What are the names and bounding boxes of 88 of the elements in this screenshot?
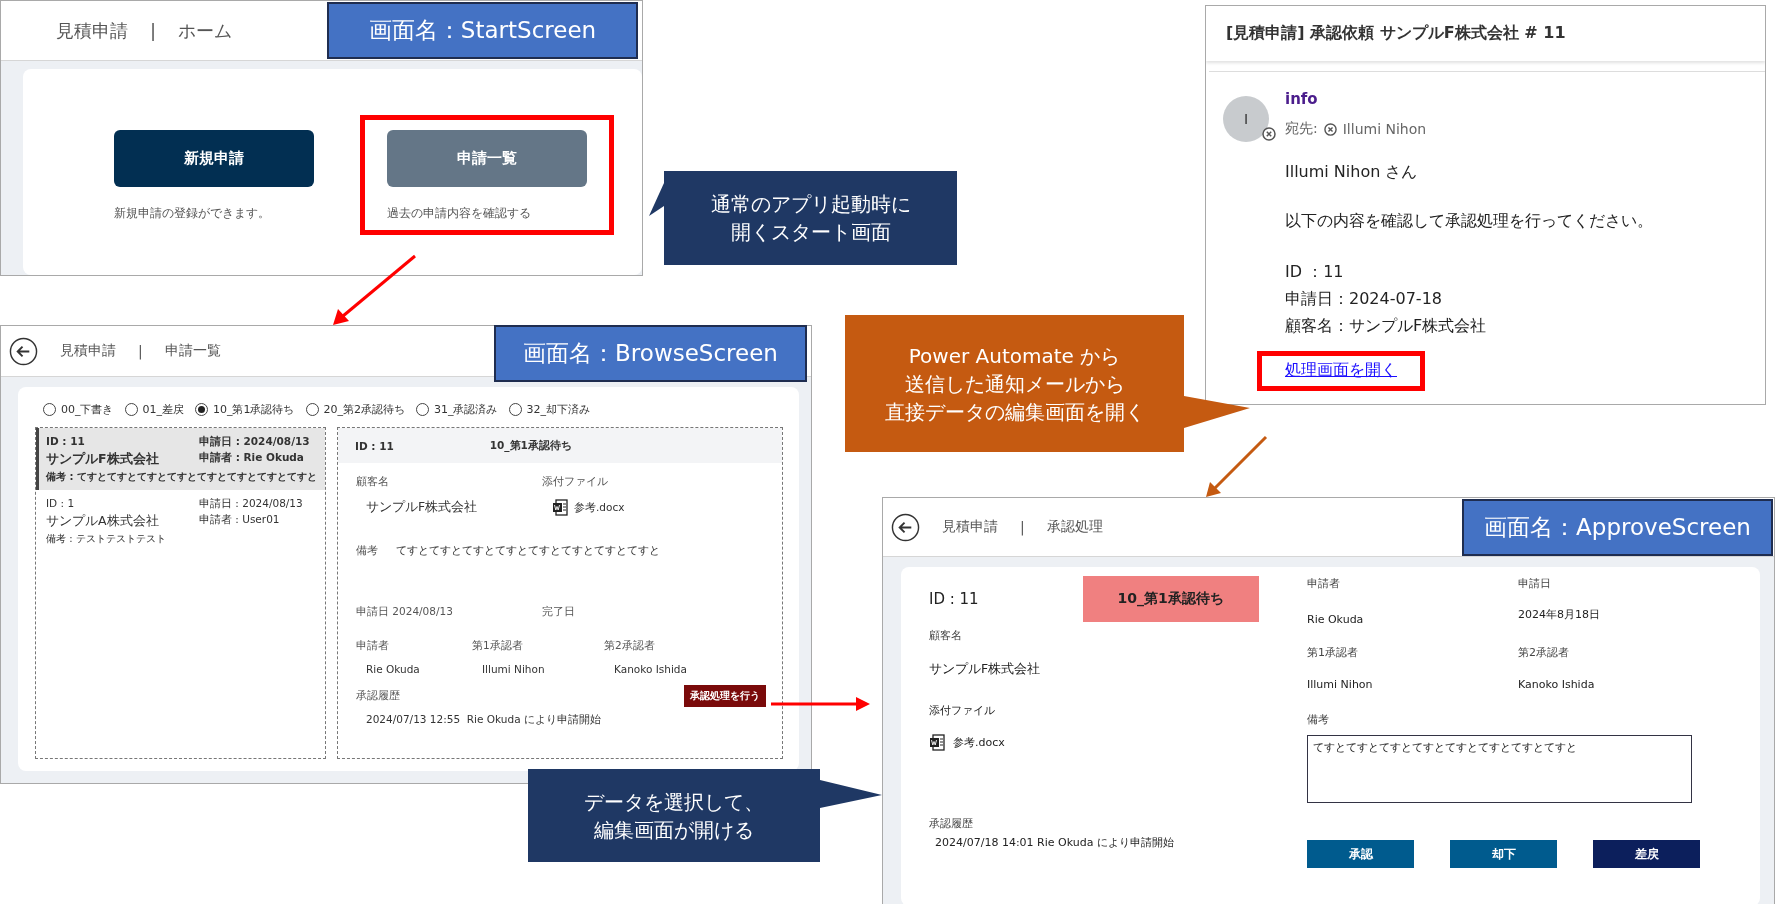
field-value: てすとてすとてすとてすとてすとてすとてすとてすと: [395, 544, 660, 558]
message-text: 以下の内容を確認して承認処理を行ってください。: [1285, 211, 1653, 232]
field-label: 添付ファイル: [542, 475, 609, 489]
status-icon: [1323, 122, 1337, 136]
detail-line: ID ：11: [1285, 262, 1345, 283]
status-radio[interactable]: 32_却下済み: [508, 401, 590, 417]
field-label: 完了日: [542, 605, 575, 619]
list-item[interactable]: ID : 11 申請日 : 2024/08/13 サンプルF株式会社 申請者 : Rie Okuda 備考 : てすとてすとてすとてすとてすとてすとてすとてすと: [36, 428, 325, 490]
field-label: 顧客名: [356, 475, 390, 489]
action-button[interactable]: 新規申請: [114, 130, 314, 187]
greeting-text: Illumi Nihon さん: [1285, 162, 1419, 183]
action-description: 過去の申請内容を確認する: [387, 205, 532, 222]
app-title: 見積申請: [56, 18, 128, 43]
page-title: 承認処理: [1046, 518, 1103, 536]
history-entry: 2024/07/18 14:01 Rie Okuda により申請開始: [934, 835, 1175, 850]
field-label: 第1承認者: [1307, 645, 1359, 660]
app-title: 見積申請: [942, 518, 998, 536]
avatar: I: [1223, 96, 1269, 142]
field-value: サンプルF株式会社: [929, 661, 1042, 678]
sender-name: info: [1285, 90, 1319, 108]
field-label: 申請日: [1518, 576, 1552, 591]
email-subject: [見積申請] 承認依頼 サンプルF株式会社 # 11: [1206, 6, 1765, 61]
callout-text: 通常のアプリ起動時に: [710, 191, 911, 218]
action-button[interactable]: 承認: [1307, 840, 1414, 868]
field-label: 備考: [1307, 712, 1330, 727]
separator: |: [1020, 519, 1025, 535]
to-label: 宛先:: [1285, 120, 1318, 138]
status-text: 10_第1承認待ち: [489, 438, 572, 453]
field-label: 申請日 2024/08/13: [356, 605, 454, 619]
page-title: 申請一覧: [164, 342, 221, 360]
callout-text: 開くスタート画面: [730, 219, 891, 246]
field-value: Illumi Nihon: [481, 663, 546, 675]
status-badge: 10_第1承認待ち: [1082, 576, 1259, 622]
field-label: 備考: [356, 544, 378, 558]
status-radio[interactable]: 00_下書き: [43, 401, 114, 417]
field-label: 第2承認者: [604, 639, 656, 653]
field-label: 第2承認者: [1518, 645, 1570, 660]
field-label: 第1承認者: [472, 639, 524, 653]
field-value: 2024年8月18日: [1518, 607, 1601, 623]
history-entry: 2024/07/13 12:55 Rie Okuda により申請開始: [365, 713, 602, 727]
callout-text: データを選択して、: [584, 788, 764, 816]
screen-name-label: 画面名：ApproveScreen: [1462, 499, 1773, 556]
note-field[interactable]: てすとてすとてすとてすとてすとてすとてすとてすと: [1307, 735, 1692, 803]
open-screen-link[interactable]: 処理画面を開く: [1285, 360, 1397, 379]
field-value: サンプルF株式会社: [365, 499, 479, 516]
callout-text: Power Automate から: [908, 342, 1121, 370]
approve-process-button[interactable]: 承認処理を行う: [684, 685, 766, 707]
field-value: Rie Okuda: [365, 663, 421, 675]
action-button[interactable]: 却下: [1450, 840, 1557, 868]
action-button[interactable]: 差戻: [1593, 840, 1700, 868]
status-radio[interactable]: 01_差戻: [124, 401, 184, 417]
arrow: [1206, 435, 1268, 497]
field-label: 添付ファイル: [929, 703, 996, 718]
status-radio[interactable]: 10_第1承認待ち: [195, 401, 295, 417]
attachment-name[interactable]: 参考.docx: [574, 500, 625, 515]
callout-text: 直接データの編集画面を開く: [884, 398, 1145, 426]
status-radio[interactable]: 31_承認済み: [416, 401, 498, 417]
request-id: ID : 11: [929, 590, 979, 608]
back-icon[interactable]: [891, 512, 920, 542]
attachment-name[interactable]: 参考.docx: [953, 735, 1005, 750]
field-value: Kanoko Ishida: [613, 663, 688, 675]
separator: |: [138, 343, 143, 359]
field-value: Rie Okuda: [1307, 613, 1365, 626]
field-label: 承認履歴: [929, 816, 974, 831]
action-button[interactable]: 申請一覧: [387, 130, 587, 187]
field-label: 顧客名: [929, 628, 963, 643]
field-label: 承認履歴: [356, 689, 401, 703]
detail-line: 顧客名：サンプルF株式会社: [1285, 316, 1488, 337]
recipient-name: Illumi Nihon: [1342, 121, 1427, 137]
status-radio[interactable]: 20_第2承認待ち: [305, 401, 405, 417]
callout-text: 編集画面が開ける: [594, 816, 754, 844]
app-title: 見積申請: [60, 342, 116, 360]
separator: |: [150, 20, 157, 41]
action-description: 新規申請の登録ができます。: [114, 205, 271, 222]
request-id: ID : 11: [355, 439, 394, 452]
status-icon: [1262, 127, 1276, 141]
callout-text: 送信した通知メールから: [904, 370, 1125, 398]
word-file-icon: [929, 734, 945, 751]
word-file-icon: [552, 499, 568, 516]
screen-name-label: 画面名：BrowseScreen: [494, 325, 807, 382]
screen-name-label: 画面名：StartScreen: [327, 2, 638, 59]
back-icon[interactable]: [9, 336, 38, 366]
field-label: 申請者: [356, 639, 390, 653]
detail-line: 申請日：2024-07-18: [1285, 289, 1443, 310]
field-value: Kanoko Ishida: [1518, 678, 1596, 691]
field-value: Illumi Nihon: [1307, 678, 1374, 691]
page-title: ホーム: [178, 18, 233, 43]
field-label: 申請者: [1307, 576, 1341, 591]
